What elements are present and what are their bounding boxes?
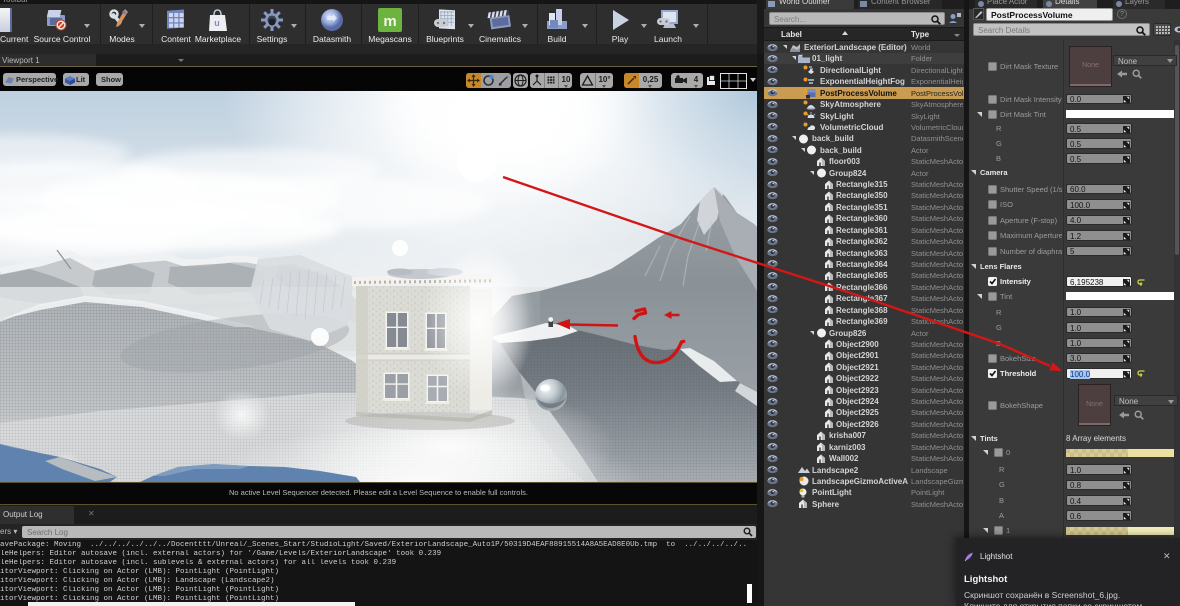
- svg-text:m: m: [383, 13, 396, 30]
- svg-text:u: u: [214, 18, 220, 28]
